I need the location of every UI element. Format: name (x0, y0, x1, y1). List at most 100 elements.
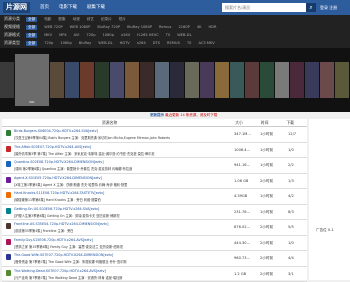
resource-title-link[interactable]: Frontline.US.S35E04.720p.HDTV.x264-DIMEN… (14, 222, 109, 226)
nav-home[interactable]: 首页 (40, 0, 49, 15)
filter-option[interactable]: DTS (153, 41, 160, 45)
filter-option[interactable]: 剧集 (58, 17, 65, 22)
movie-poster[interactable]: INC (15, 54, 49, 106)
movie-poster[interactable] (215, 62, 229, 98)
table-row[interactable]: Agent.X.S01E05.720p.HDTV.X264-DIMENSION[… (2, 174, 307, 190)
table-row[interactable]: Quantico.S02E08.720p.HDTV.X264-DIMENSION… (2, 158, 307, 174)
movie-poster[interactable] (95, 62, 109, 98)
filter-option[interactable]: 综艺 (87, 17, 94, 22)
resource-title-link[interactable]: Birds.Burgers.S06E04.720p.HDTV.x264-SVA[… (14, 129, 98, 133)
filter-option[interactable]: TS (166, 33, 170, 37)
filter-option[interactable]: 720p (86, 33, 95, 37)
resource-title-link[interactable]: The.Walking.Dead.S07E07.720p.HDTV.x264-A… (14, 269, 106, 273)
table-row[interactable]: Frontline.US.S35E04.720p.HDTV.x264-DIMEN… (2, 220, 307, 236)
movie-poster[interactable] (0, 62, 14, 98)
movie-poster[interactable] (65, 62, 79, 98)
download-count[interactable]: 2/2 (288, 163, 294, 167)
filter-option[interactable]: REMUX (167, 41, 180, 45)
filter-option[interactable]: 2160P (178, 25, 189, 29)
site-logo[interactable]: 片源网 (3, 2, 30, 13)
resource-size: 347.1M... (234, 132, 251, 136)
filter-option[interactable]: H.265 HEVC (137, 33, 159, 37)
movie-poster[interactable] (80, 62, 94, 98)
movie-poster[interactable] (335, 62, 349, 98)
filter-option[interactable]: Remux (159, 25, 171, 29)
resource-time: 2小时前 (260, 225, 273, 230)
user-links[interactable]: 登录 注册 (320, 0, 337, 15)
movie-poster[interactable] (155, 62, 169, 98)
movie-poster[interactable] (230, 62, 244, 98)
filter-option[interactable]: BluRay 720P (97, 25, 120, 29)
filter-option[interactable]: 纪录片 (101, 17, 112, 22)
filter-option[interactable]: TS (187, 41, 191, 45)
filter-option[interactable]: AVI (74, 33, 80, 37)
resource-description: [婚外情事第3季 第7集] The Affair 主演：多米尼克·韦斯特 露丝·… (14, 151, 239, 156)
filter-option[interactable]: MP4 (59, 33, 67, 37)
filter-option[interactable]: 全部 (26, 17, 37, 22)
download-count[interactable]: 3/1 (288, 272, 294, 276)
resource-time: 2小时前 (260, 256, 273, 261)
filter-option[interactable]: HDR (208, 25, 216, 29)
movie-poster[interactable] (110, 62, 124, 98)
download-count[interactable]: 1/0 (288, 148, 294, 152)
movie-poster[interactable] (290, 62, 304, 98)
filter-option[interactable]: 电影 (44, 17, 51, 22)
download-count[interactable]: 12/7 (288, 132, 296, 136)
movie-poster[interactable] (260, 62, 274, 98)
filter-option[interactable]: 全部 (26, 25, 37, 30)
movie-poster[interactable] (245, 62, 259, 98)
filter-option[interactable]: 720p (44, 41, 53, 45)
filter-option[interactable]: 全部 (26, 33, 37, 38)
filter-option[interactable]: WEB 720P (44, 25, 62, 29)
table-row[interactable]: Birds.Burgers.S06E04.720p.HDTV.x264-SVA[… (2, 127, 307, 143)
filter-option[interactable]: WEB-DL (177, 33, 191, 37)
filter-option[interactable]: x264 (137, 41, 146, 45)
ad-slot: 广告位 0-1 (316, 228, 334, 233)
download-count[interactable]: 5/5 (288, 225, 294, 229)
table-row[interactable]: Hard.Knocks.S11E08.720p.HDTV.x264-TASTET… (2, 189, 307, 205)
search-input[interactable] (222, 3, 306, 12)
filter-option[interactable]: WEB 1080P (70, 25, 91, 29)
movie-poster[interactable] (320, 62, 334, 98)
filter-option[interactable]: BluRay (79, 41, 92, 45)
filter-option[interactable]: MKV (44, 33, 52, 37)
download-count[interactable]: 1/0 (288, 241, 294, 245)
table-row[interactable]: Family.Guy.S15E06.720p.HDTV.x264-AVS[ezt… (2, 236, 307, 252)
download-count[interactable]: 8/3 (288, 210, 294, 214)
download-count[interactable]: 4/4 (288, 256, 294, 260)
movie-poster[interactable] (185, 62, 199, 98)
search-button[interactable]: ⌕ (306, 3, 316, 12)
filter-option[interactable]: 4K (197, 25, 202, 29)
filter-option[interactable]: 动漫 (73, 17, 80, 22)
movie-poster[interactable] (305, 62, 319, 98)
movie-poster[interactable] (170, 62, 184, 98)
movie-poster[interactable] (50, 62, 64, 98)
nav-series[interactable]: 剧集下载 (87, 0, 105, 15)
resource-title-link[interactable]: The.Affair.S03E07.720p.HDTV.x264-AVS[ezt… (14, 145, 91, 149)
filter-option[interactable]: 全部 (26, 41, 37, 46)
nav-movies[interactable]: 电影下载 (59, 0, 77, 15)
table-row[interactable]: Getting.On.US.S03E06.720p.HDTV.x264-SVA[… (2, 205, 307, 221)
filter-option[interactable]: WEB-DL (98, 41, 112, 45)
movie-poster[interactable] (275, 62, 289, 98)
filter-option[interactable]: HDTV (120, 41, 130, 45)
table-row[interactable]: The.Affair.S03E07.720p.HDTV.x264-AVS[ezt… (2, 143, 307, 159)
resource-title-link[interactable]: Agent.X.S01E05.720p.HDTV.X264-DIMENSION[… (14, 176, 102, 180)
resource-title-link[interactable]: Quantico.S02E08.720p.HDTV.X264-DIMENSION… (14, 160, 104, 164)
table-row[interactable]: The.Good.Wife.S07E07.720p.HDTV.X264-DIME… (2, 251, 307, 267)
filter-option[interactable]: 短片 (119, 17, 126, 22)
resource-title-link[interactable]: Getting.On.US.S03E06.720p.HDTV.x264-SVA[… (14, 207, 99, 211)
movie-poster[interactable] (140, 62, 154, 98)
resource-title-link[interactable]: Hard.Knocks.S11E08.720p.HDTV.x264-TASTET… (14, 191, 104, 195)
download-count[interactable]: 4/2 (288, 194, 294, 198)
filter-option[interactable]: AC3 MKV (198, 41, 214, 45)
filter-option[interactable]: 1080p (103, 33, 114, 37)
movie-poster[interactable] (200, 62, 214, 98)
resource-title-link[interactable]: The.Good.Wife.S07E07.720p.HDTV.X264-DIME… (14, 253, 113, 257)
filter-option[interactable]: 1080p (60, 41, 71, 45)
download-count[interactable]: 1/3 (288, 179, 294, 183)
movie-poster[interactable] (125, 62, 139, 98)
resource-title-link[interactable]: Family.Guy.S15E06.720p.HDTV.x264-AVS[ezt… (14, 238, 93, 242)
filter-option[interactable]: BluRay 1080P (127, 25, 152, 29)
filter-option[interactable]: x264 (121, 33, 130, 37)
